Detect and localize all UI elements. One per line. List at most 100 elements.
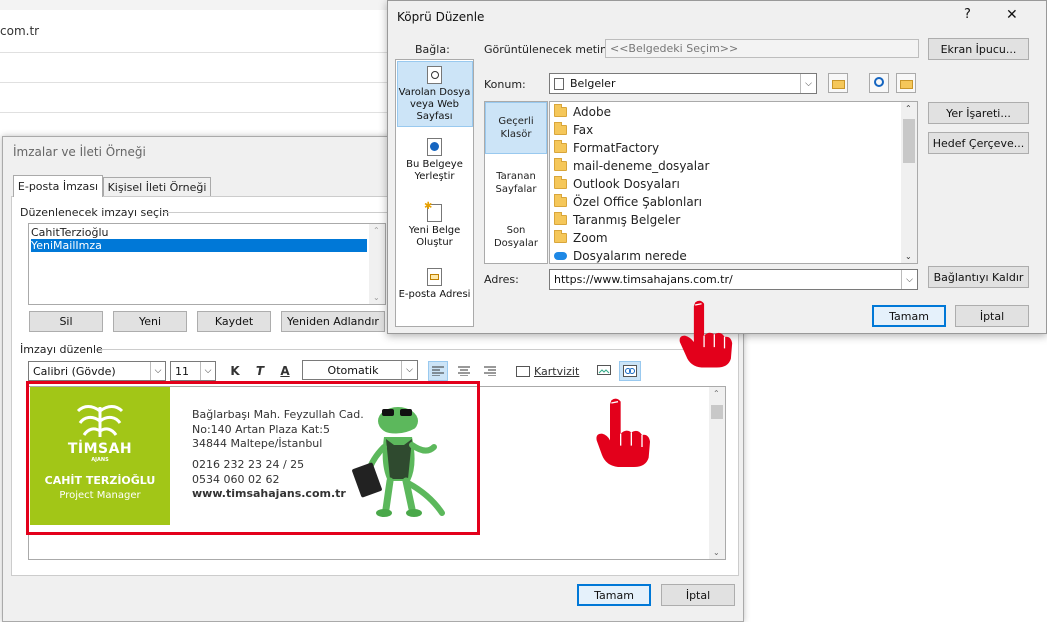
address-arrow-icon[interactable]: ⌵: [901, 270, 917, 289]
link-to-email-label: E-posta Adresi: [398, 289, 471, 300]
editor-scrollbar[interactable]: ⌃ ⌄: [709, 387, 725, 559]
hyperlink-cancel-button[interactable]: İptal: [955, 305, 1029, 327]
save-signature-button[interactable]: Kaydet: [197, 311, 271, 332]
link-to-existing-file-label: Varolan Dosya veya Web Sayfası: [398, 87, 471, 122]
help-button[interactable]: ?: [964, 7, 971, 22]
font-color-button[interactable]: A: [276, 361, 294, 381]
background-divider: [0, 112, 390, 113]
align-right-button[interactable]: [480, 361, 500, 381]
color-select-arrow-icon[interactable]: ⌵: [401, 361, 417, 379]
file-list-scrollbar[interactable]: ⌃ ⌄: [901, 102, 917, 263]
file-list-item[interactable]: Dosyalarım nerede: [554, 249, 687, 263]
font-select-arrow-icon[interactable]: ⌵: [150, 362, 165, 380]
business-card-icon: [516, 365, 530, 377]
file-name: Özel Office Şablonları: [573, 195, 702, 209]
remove-link-button[interactable]: Bağlantıyı Kaldır: [928, 266, 1029, 288]
folder-icon: [554, 140, 567, 153]
screentip-button[interactable]: Ekran İpucu...: [928, 38, 1029, 60]
file-list-item[interactable]: Adobe: [554, 104, 611, 123]
file-list-item[interactable]: Fax: [554, 122, 594, 141]
link-to-email[interactable]: E-posta Adresi: [398, 268, 471, 301]
display-text-input[interactable]: <<Belgedeki Seçim>>: [605, 39, 919, 58]
tab-email-signature[interactable]: E-posta İmzası: [13, 175, 103, 197]
signatures-ok-button[interactable]: Tamam: [577, 584, 651, 606]
font-size-arrow-icon[interactable]: ⌵: [200, 362, 215, 380]
align-center-icon: [458, 366, 470, 376]
insert-hyperlink-button[interactable]: [619, 361, 641, 381]
location-arrow-icon[interactable]: ⌵: [800, 74, 816, 93]
section-recent-files[interactable]: Son Dosyalar: [485, 213, 547, 261]
file-name: Zoom: [573, 231, 608, 245]
scroll-down-icon[interactable]: ⌄: [713, 548, 720, 557]
link-to-new-document-label: Yeni Belge Oluştur: [408, 225, 461, 248]
file-list-item[interactable]: Özel Office Şablonları: [554, 194, 702, 213]
hyperlink-ok-button[interactable]: Tamam: [872, 305, 946, 327]
section-current-folder[interactable]: Geçerli Klasör: [485, 102, 547, 154]
folder-icon: [554, 158, 567, 171]
picture-icon: [597, 365, 611, 375]
align-left-button[interactable]: [428, 361, 448, 381]
pointing-hand-icon: [596, 398, 650, 467]
link-to-existing-file-item[interactable]: Varolan Dosya veya Web Sayfası: [398, 66, 471, 123]
link-to-label: Bağla:: [415, 43, 450, 56]
file-list-item[interactable]: Taranmış Belgeler: [554, 212, 680, 231]
signature-list-item-selected[interactable]: YeniMailImza: [31, 239, 367, 252]
folder-icon: [554, 230, 567, 243]
target-frame-button[interactable]: Hedef Çerçeve...: [928, 132, 1029, 154]
align-center-button[interactable]: [454, 361, 474, 381]
scroll-up-icon[interactable]: ⌃: [713, 389, 720, 398]
business-card-label: Kartvizit: [534, 364, 580, 378]
signatures-cancel-button[interactable]: İptal: [661, 584, 735, 606]
insert-picture-button[interactable]: [594, 361, 614, 381]
signature-list-scrollbar[interactable]: ⌃ ⌄: [369, 224, 385, 304]
scroll-up-icon[interactable]: ⌃: [373, 226, 380, 235]
color-select-value: Otomatik: [327, 363, 379, 377]
location-label: Konum:: [484, 78, 526, 91]
delete-signature-button[interactable]: Sil: [29, 311, 103, 332]
align-left-icon: [432, 366, 444, 376]
scroll-up-icon[interactable]: ⌃: [905, 104, 912, 113]
tab-personal-stationery[interactable]: Kişisel İleti Örneği: [103, 177, 211, 196]
up-folder-button[interactable]: [828, 73, 848, 93]
file-name: Fax: [573, 123, 594, 137]
file-list-item[interactable]: Outlook Dosyaları: [554, 176, 680, 195]
rename-signature-button[interactable]: Yeniden Adlandır: [281, 311, 385, 332]
hyperlink-dialog: Köprü Düzenle ? ✕ Bağla: Varolan Dosya v…: [387, 0, 1047, 334]
link-to-new-document[interactable]: ✱ Yeni Belge Oluştur: [398, 201, 471, 249]
scroll-down-icon[interactable]: ⌄: [373, 293, 380, 302]
file-list-item[interactable]: mail-deneme_dosyalar: [554, 158, 710, 177]
browse-web-button[interactable]: [869, 73, 889, 93]
address-input[interactable]: https://www.timsahajans.com.tr/ ⌵: [549, 269, 918, 290]
bookmark-button[interactable]: Yer İşareti...: [928, 102, 1029, 124]
file-list-item[interactable]: FormatFactory: [554, 140, 659, 159]
file-name: mail-deneme_dosyalar: [573, 159, 710, 173]
signature-list-item[interactable]: CahitTerzioğlu: [31, 226, 367, 239]
close-icon[interactable]: ✕: [1006, 7, 1018, 23]
link-to-place-in-document[interactable]: Bu Belgeye Yerleştir: [398, 138, 471, 183]
file-list-item[interactable]: Zoom: [554, 230, 608, 249]
cloud-icon: [554, 252, 567, 260]
browse-file-button[interactable]: [896, 73, 916, 93]
italic-button[interactable]: T: [251, 361, 269, 381]
folder-icon: [554, 104, 567, 117]
location-select[interactable]: Belgeler ⌵: [549, 73, 817, 94]
new-signature-button[interactable]: Yeni: [113, 311, 187, 332]
background-email-domain: com.tr: [0, 24, 40, 38]
file-list[interactable]: Adobe Fax FormatFactory mail-deneme_dosy…: [549, 101, 918, 264]
folder-icon: [554, 212, 567, 225]
section-browsed-pages[interactable]: Taranan Sayfalar: [485, 159, 547, 207]
signature-list[interactable]: CahitTerzioğlu YeniMailImza ⌃ ⌄: [28, 223, 386, 305]
font-select[interactable]: Calibri (Gövde): [28, 361, 166, 381]
globe-file-icon: [427, 66, 442, 84]
file-name: Adobe: [573, 105, 611, 119]
align-right-icon: [484, 366, 496, 376]
bold-button[interactable]: K: [226, 361, 244, 381]
scroll-thumb[interactable]: [903, 119, 915, 163]
scroll-down-icon[interactable]: ⌄: [905, 252, 912, 261]
display-text-label: Görüntülenecek metin:: [484, 43, 611, 56]
email-address-icon: [427, 268, 442, 286]
scroll-thumb[interactable]: [711, 405, 723, 419]
signature-highlight-frame: [26, 381, 480, 535]
signatures-dialog-title: İmzalar ve İleti Örneği: [13, 145, 146, 159]
business-card-button[interactable]: Kartvizit: [516, 361, 582, 381]
